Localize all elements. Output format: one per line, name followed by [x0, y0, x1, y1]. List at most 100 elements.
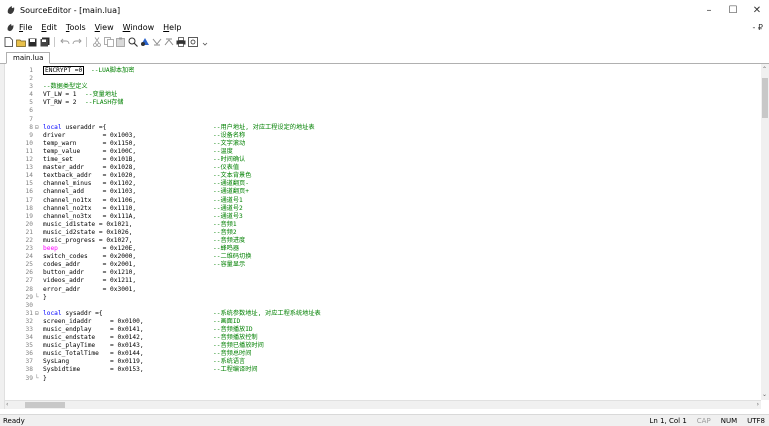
code-text: temp_value = 0x100C,	[43, 148, 136, 156]
menu-edit[interactable]: Edit	[41, 23, 57, 32]
fold-marker-icon[interactable]: ⊟	[35, 310, 41, 318]
document-app-icon[interactable]	[6, 23, 15, 32]
code-token: useraddr ={	[61, 123, 107, 131]
scroll-up-icon[interactable]: ⌃	[762, 66, 767, 73]
code-token: }	[43, 293, 47, 301]
find-prev-icon[interactable]	[163, 37, 174, 48]
code-token: = 0x120E,	[57, 245, 137, 253]
copy-icon[interactable]	[103, 37, 114, 48]
code-text: channel_add = 0x1103,	[43, 188, 136, 196]
scroll-right-icon[interactable]: ›	[757, 401, 759, 408]
line-number: 26	[25, 269, 33, 277]
fold-marker-icon[interactable]: └	[35, 294, 41, 302]
code-line: 27 videos_addr = 0x1211,	[5, 277, 761, 285]
line-number: 34	[25, 334, 33, 342]
tab-main-lua[interactable]: main.lua	[6, 52, 51, 64]
settings-icon[interactable]	[187, 37, 198, 48]
comment-token: --音频1	[213, 220, 237, 228]
code-line: 38 Sysbidtime = 0x0153, --工程编译时间	[5, 366, 761, 374]
menu-view[interactable]: View	[95, 23, 114, 32]
code-text: switch_codes = 0x2000,	[43, 253, 136, 261]
code-line: 3 --数据类型定义	[5, 83, 761, 91]
code-text: codes_addr = 0x2001,	[43, 261, 136, 269]
minimize-button[interactable]: –	[697, 0, 721, 20]
line-number: 20	[25, 220, 33, 228]
save-icon[interactable]	[27, 37, 38, 48]
horizontal-scroll-thumb[interactable]	[25, 402, 65, 408]
line-number: 24	[25, 253, 33, 261]
comment-token: --音频播放ID	[213, 326, 253, 333]
code-token: music_endplay = 0x0141,	[43, 326, 144, 333]
code-line: 1 ENCRYPT =0 --LUA脚本加密	[5, 66, 761, 75]
code-token: channel_no1tx = 0x1106,	[43, 196, 137, 204]
line-number: 4	[29, 91, 33, 99]
line-number: 27	[25, 277, 33, 285]
comment-token: --LUA脚本加密	[91, 67, 135, 74]
line-number: 9	[29, 131, 33, 139]
open-folder-icon[interactable]	[15, 37, 26, 48]
menu-tools[interactable]: Tools	[66, 23, 86, 32]
code-text: screen_idaddr = 0x0100,	[43, 318, 144, 326]
line-number: 31	[25, 309, 33, 317]
code-line: 7	[5, 116, 761, 124]
menu-help[interactable]: Help	[163, 23, 181, 32]
code-text: master_addr = 0x1028,	[43, 164, 136, 172]
code-text: channel_no1tx = 0x1106,	[43, 197, 136, 205]
line-number: 10	[25, 139, 33, 147]
code-line: 32 screen_idaddr = 0x0100, --画面ID	[5, 318, 761, 326]
scroll-left-icon[interactable]: ‹	[6, 401, 8, 408]
maximize-button[interactable]: ☐	[721, 0, 745, 20]
window-title: SourceEditor - [main.lua]	[20, 5, 121, 15]
menu-window[interactable]: Window	[123, 23, 155, 32]
code-text: }	[43, 294, 47, 302]
print-icon[interactable]	[175, 37, 186, 48]
code-line: 23 beep = 0x120E, --蜂鸣器	[5, 245, 761, 253]
fold-marker-icon[interactable]: ⊟	[35, 124, 41, 132]
comment-token: --音频2	[213, 228, 237, 236]
code-token: videos_addr = 0x1211,	[43, 277, 137, 285]
comment-token: --文字滚动	[213, 139, 246, 147]
status-text: Ready	[3, 416, 25, 425]
vertical-scroll-thumb[interactable]	[762, 78, 768, 118]
redo-icon[interactable]	[71, 37, 82, 48]
code-text: beep = 0x120E,	[43, 245, 136, 253]
comment-token: --蜂鸣器	[213, 245, 240, 253]
fold-marker-icon[interactable]: └	[35, 375, 41, 383]
scroll-down-icon[interactable]: ⌄	[762, 391, 767, 398]
toolbar-dropdown-icon[interactable]	[199, 37, 210, 48]
code-token: Sysbidtime = 0x0153,	[43, 366, 144, 374]
new-file-icon[interactable]	[3, 37, 14, 48]
find-icon[interactable]	[127, 37, 138, 48]
vertical-scrollbar[interactable]: ⌃ ⌄	[761, 64, 769, 400]
close-button[interactable]: ✕	[745, 0, 769, 20]
find-next-icon[interactable]	[151, 37, 162, 48]
cut-icon[interactable]	[91, 37, 102, 48]
code-token: time_set = 0x101B,	[43, 156, 137, 164]
comment-token: --音频播放控制	[213, 334, 258, 342]
menu-file[interactable]: File	[19, 23, 32, 32]
code-editor[interactable]: 1 ENCRYPT =0 --LUA脚本加密 2 3 --数据类型定义 4 VT_LW = 1…	[5, 64, 761, 400]
code-token: temp_warn = 0x1150,	[43, 139, 137, 147]
code-line: 26 button_addr = 0x1210,	[5, 269, 761, 277]
paste-icon[interactable]	[115, 37, 126, 48]
save-all-icon[interactable]	[39, 37, 50, 48]
document-tab-strip: main.lua	[0, 52, 769, 64]
code-line: 12 time_set = 0x101B, --时间确认	[5, 156, 761, 164]
undo-icon[interactable]	[59, 37, 70, 48]
code-token: temp_value = 0x100C,	[43, 147, 137, 155]
code-text: music_TotalTime = 0x0144,	[43, 350, 144, 358]
horizontal-scrollbar[interactable]: ‹ ›	[5, 400, 761, 409]
comment-token: --时间确认	[213, 156, 246, 164]
comment-token: --工程编译时间	[213, 366, 258, 374]
replace-icon[interactable]	[139, 37, 150, 48]
line-number: 21	[25, 228, 33, 236]
mdi-window-controls[interactable]: - ₽	[752, 20, 763, 34]
builtin-token: beep	[43, 245, 58, 253]
code-text: music_endstate = 0x0142,	[43, 334, 144, 342]
code-line: 34 music_endstate = 0x0142, --音频播放控制	[5, 334, 761, 342]
code-text: channel_minus = 0x1102,	[43, 180, 136, 188]
line-number: 25	[25, 261, 33, 269]
code-lines: 1 ENCRYPT =0 --LUA脚本加密 2 3 --数据类型定义 4 VT_LW = 1…	[5, 66, 761, 383]
title-bar: SourceEditor - [main.lua] – ☐ ✕	[0, 0, 769, 20]
code-text: driver = 0x1003,	[43, 132, 136, 140]
